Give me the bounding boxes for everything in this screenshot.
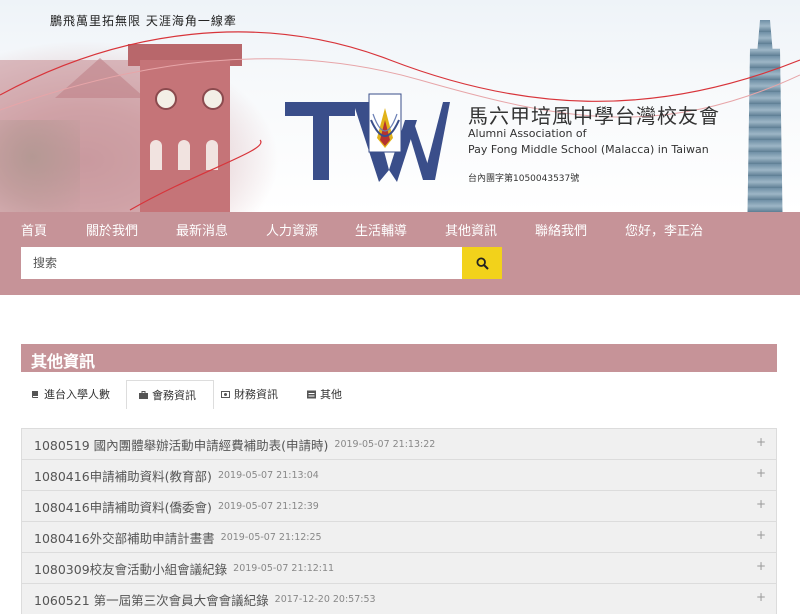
header-banner: 鵬飛萬里拓無限 天涯海角一線牽 馬六甲培風中學台灣校友會 Alumni Asso… bbox=[0, 0, 800, 212]
org-name-zh: 馬六甲培風中學台灣校友會 bbox=[468, 104, 720, 128]
book-icon bbox=[32, 390, 38, 398]
expand-icon[interactable]: + bbox=[756, 528, 766, 542]
tw-logo[interactable] bbox=[285, 90, 450, 185]
list-item[interactable]: 1080519 國內團體舉辦活動申請經費補助表(申請時) 2019-05-07 … bbox=[21, 428, 777, 459]
item-title: 1060521 第一屆第三次會員大會會議紀錄 bbox=[34, 592, 269, 608]
item-date: 2017-12-20 20:57:53 bbox=[274, 593, 376, 605]
list-item[interactable]: 1080416申請補助資料(教育部) 2019-05-07 21:13:04 + bbox=[21, 459, 777, 490]
expand-icon[interactable]: + bbox=[756, 559, 766, 573]
main-navigation: 首頁 關於我們 最新消息 人力資源 生活輔導 其他資訊 聯絡我們 您好，李正治 bbox=[0, 212, 800, 295]
section-title: 其他資訊 bbox=[31, 352, 96, 371]
tab-other[interactable]: 其他 bbox=[307, 380, 357, 408]
list-item[interactable]: 1060521 第一屆第三次會員大會會議紀錄 2017-12-20 20:57:… bbox=[21, 583, 777, 614]
search-box bbox=[21, 247, 462, 279]
list-item[interactable]: 1080416申請補助資料(僑委會) 2019-05-07 21:12:39 + bbox=[21, 490, 777, 521]
briefcase-icon bbox=[139, 390, 148, 399]
tab-enrollment[interactable]: 進台入學人數 bbox=[31, 380, 123, 408]
nav-item-info[interactable]: 其他資訊 bbox=[445, 220, 497, 239]
item-date: 2019-05-07 21:13:22 bbox=[334, 438, 436, 450]
search-input[interactable] bbox=[21, 247, 453, 279]
slogan: 鵬飛萬里拓無限 天涯海角一線牽 bbox=[50, 14, 237, 28]
nav-item-jobs[interactable]: 人力資源 bbox=[266, 220, 318, 239]
section-header: 其他資訊 bbox=[21, 344, 777, 372]
tab-label: 其他 bbox=[320, 388, 342, 401]
tab-label: 會務資訊 bbox=[152, 389, 196, 402]
item-date: 2019-05-07 21:12:25 bbox=[220, 531, 322, 543]
nav-item-contact[interactable]: 聯絡我們 bbox=[535, 220, 587, 239]
item-title: 1080416申請補助資料(僑委會) bbox=[34, 499, 212, 515]
item-title: 1080416申請補助資料(教育部) bbox=[34, 468, 212, 484]
expand-icon[interactable]: + bbox=[756, 435, 766, 449]
search-button[interactable] bbox=[462, 247, 502, 279]
org-name-en-line1: Alumni Association of bbox=[468, 127, 587, 140]
category-tabs: 進台入學人數 會務資訊 財務資訊 其他 bbox=[21, 380, 777, 410]
list-item[interactable]: 1080309校友會活動小組會議紀錄 2019-05-07 21:12:11 + bbox=[21, 552, 777, 583]
list-item[interactable]: 1080416外交部補助申請計畫書 2019-05-07 21:12:25 + bbox=[21, 521, 777, 552]
tab-label: 進台入學人數 bbox=[44, 388, 110, 401]
nav-item-news[interactable]: 最新消息 bbox=[176, 220, 228, 239]
list-icon bbox=[307, 390, 316, 398]
item-date: 2019-05-07 21:12:39 bbox=[217, 500, 319, 512]
search-icon bbox=[475, 256, 489, 270]
item-title: 1080309校友會活動小組會議紀錄 bbox=[34, 561, 228, 577]
tab-label: 財務資訊 bbox=[234, 388, 278, 401]
tab-finance[interactable]: 財務資訊 bbox=[221, 380, 291, 408]
expand-icon[interactable]: + bbox=[756, 466, 766, 480]
item-date: 2019-05-07 21:13:04 bbox=[217, 469, 319, 481]
nav-item-about[interactable]: 關於我們 bbox=[86, 220, 138, 239]
item-title: 1080519 國內團體舉辦活動申請經費補助表(申請時) bbox=[34, 437, 329, 453]
money-icon bbox=[221, 390, 230, 398]
item-title: 1080416外交部補助申請計畫書 bbox=[34, 530, 215, 546]
item-date: 2019-05-07 21:12:11 bbox=[233, 562, 335, 574]
nav-item-home[interactable]: 首頁 bbox=[21, 220, 47, 239]
registration-number: 台內團字第1050043537號 bbox=[468, 174, 580, 184]
nav-item-life[interactable]: 生活輔導 bbox=[355, 220, 407, 239]
document-list: 1080519 國內團體舉辦活動申請經費補助表(申請時) 2019-05-07 … bbox=[21, 428, 777, 614]
expand-icon[interactable]: + bbox=[756, 497, 766, 511]
nav-item-user[interactable]: 您好，李正治 bbox=[625, 220, 703, 239]
tab-association[interactable]: 會務資訊 bbox=[126, 380, 214, 409]
expand-icon[interactable]: + bbox=[756, 590, 766, 604]
org-name-en-line2: Pay Fong Middle School (Malacca) in Taiw… bbox=[468, 143, 709, 156]
